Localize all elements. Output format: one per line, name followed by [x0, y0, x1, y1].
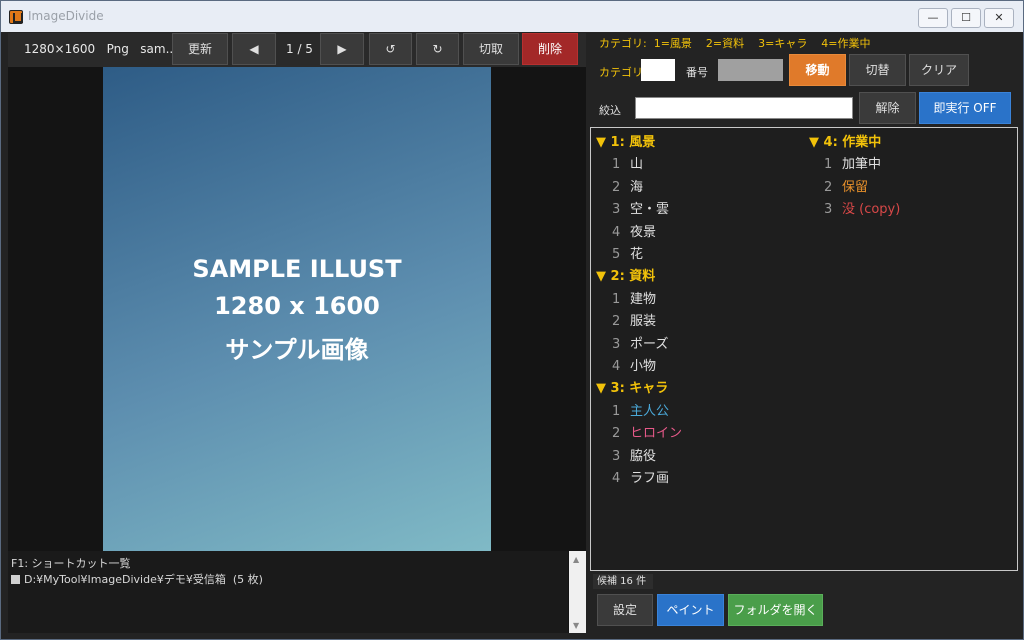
folder-path-line: D:¥MyTool¥ImageDivide¥デモ¥受信箱 (5 枚) — [11, 571, 263, 587]
list-item[interactable]: 3没 (copy) — [824, 198, 900, 217]
image-viewer-pane: 1280×1600 Png sam... 更新 ◀ 1 / 5 ▶ ↺ ↻ 切取… — [8, 33, 586, 633]
filter-input[interactable] — [635, 97, 853, 119]
list-item[interactable]: 2 服装 — [612, 310, 656, 329]
crop-button[interactable]: 切取 — [463, 33, 519, 65]
minimize-button[interactable]: — — [918, 8, 948, 28]
paint-button[interactable]: ペイント — [657, 594, 724, 626]
move-button[interactable]: 移動 — [789, 54, 846, 86]
number-label: 番号 — [686, 66, 708, 79]
shortcut-hint: F1: ショートカット一覧 — [11, 557, 131, 570]
category-pane: カテゴリ: 1=風景 2=資料 3=キャラ 4=作業中 カテゴリ 番号 移動 切… — [589, 33, 1023, 633]
category-tree: ▼ 1: 風景 1山 2海 3 空・雲 4 夜景 5花 ▼ 2: 資料 1 建物 2服… — [590, 127, 1018, 571]
list-item[interactable]: 1 建物 — [612, 288, 656, 307]
category-input[interactable] — [641, 59, 675, 81]
group-header-4[interactable]: ▼ 4: 作業中 — [809, 131, 881, 150]
list-item[interactable]: 1山 — [612, 153, 643, 172]
folder-square-icon — [11, 575, 20, 584]
folder-path: D:¥MyTool¥ImageDivide¥デモ¥受信箱 (5 枚) — [24, 573, 263, 586]
close-button[interactable]: ✕ — [984, 8, 1014, 28]
maximize-button[interactable]: ☐ — [951, 8, 981, 28]
log-panel: F1: ショートカット一覧 D:¥MyTool¥ImageDivide¥デモ¥受… — [8, 551, 568, 633]
list-item[interactable]: 3 脇役 — [612, 445, 656, 464]
category-legend: カテゴリ: 1=風景 2=資料 3=キャラ 4=作業中 — [599, 37, 871, 50]
scroll-up-icon[interactable]: ▲ — [573, 555, 579, 564]
category-label: カテゴリ — [599, 66, 643, 79]
title-bar: ImageDivide — ☐ ✕ — [1, 1, 1023, 32]
next-image-button[interactable]: ▶ — [320, 33, 364, 65]
window-title: ImageDivide — [28, 9, 104, 23]
log-scrollbar[interactable]: ▲ ▼ — [569, 551, 586, 633]
prev-image-button[interactable]: ◀ — [232, 33, 276, 65]
list-item[interactable]: 1 主人公 — [612, 400, 669, 419]
number-input[interactable] — [718, 59, 783, 81]
image-text-line3: サンプル画像 — [225, 336, 369, 364]
open-folder-button[interactable]: フォルダを開く — [728, 594, 823, 626]
scroll-down-icon[interactable]: ▼ — [573, 621, 579, 630]
instant-execute-toggle[interactable]: 即実行 OFF — [919, 92, 1011, 124]
list-item[interactable]: 4 ラフ画 — [612, 467, 669, 486]
rotate-right-button[interactable]: ↻ — [416, 33, 459, 65]
list-item[interactable]: 2 ヒロイン — [612, 422, 682, 441]
rotate-left-button[interactable]: ↺ — [369, 33, 412, 65]
delete-button[interactable]: 削除 — [522, 33, 578, 65]
refresh-button[interactable]: 更新 — [172, 33, 228, 65]
switch-button[interactable]: 切替 — [849, 54, 906, 86]
image-text-line2: 1280 x 1600 — [214, 292, 380, 320]
list-item[interactable]: 3 ポーズ — [612, 333, 668, 352]
clear-button[interactable]: クリア — [909, 54, 969, 86]
app-window: ImageDivide — ☐ ✕ 1280×1600 Png sam... 更… — [0, 0, 1024, 640]
file-info: 1280×1600 Png sam... — [24, 42, 178, 56]
preview-image[interactable]: SAMPLE ILLUST 1280 x 1600 サンプル画像 — [103, 67, 491, 552]
page-indicator: 1 / 5 — [286, 42, 313, 56]
list-item[interactable]: 5花 — [612, 243, 643, 262]
candidate-count: 候補 16 件 — [593, 574, 653, 589]
group-header-3[interactable]: ▼ 3: キャラ — [596, 377, 668, 396]
list-item[interactable]: 1 加筆中 — [824, 153, 881, 172]
filter-label: 絞込 — [599, 104, 621, 117]
list-item[interactable]: 4 夜景 — [612, 221, 656, 240]
group-header-2[interactable]: ▼ 2: 資料 — [596, 265, 655, 284]
image-canvas: SAMPLE ILLUST 1280 x 1600 サンプル画像 — [8, 67, 586, 585]
image-text-line1: SAMPLE ILLUST — [192, 255, 402, 283]
group-header-1[interactable]: ▼ 1: 風景 — [596, 131, 655, 150]
list-item[interactable]: 4 小物 — [612, 355, 656, 374]
unset-filter-button[interactable]: 解除 — [859, 92, 916, 124]
viewer-toolbar: 1280×1600 Png sam... 更新 ◀ 1 / 5 ▶ ↺ ↻ 切取… — [8, 33, 586, 67]
settings-button[interactable]: 設定 — [597, 594, 653, 626]
list-item[interactable]: 3 空・雲 — [612, 198, 669, 217]
list-item[interactable]: 2 保留 — [824, 176, 868, 195]
list-item[interactable]: 2海 — [612, 176, 643, 195]
app-logo-icon — [9, 10, 23, 24]
